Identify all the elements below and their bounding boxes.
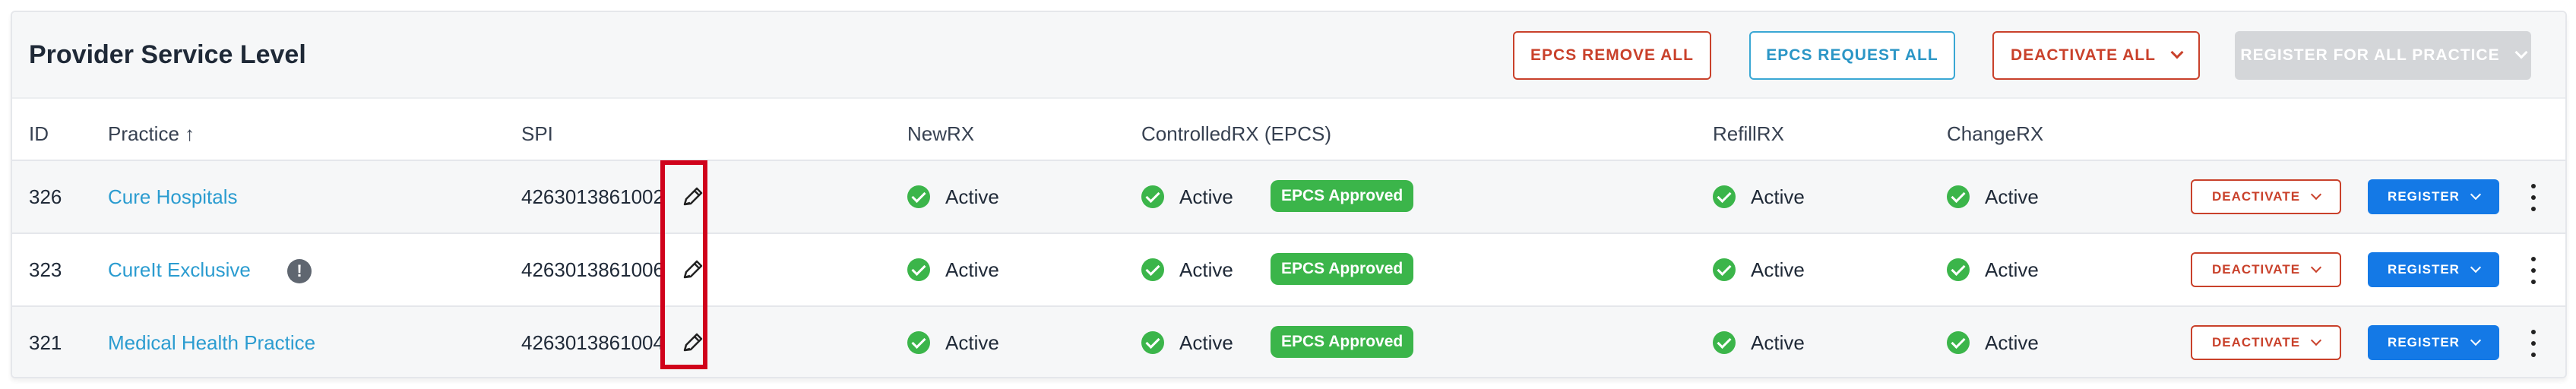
- epcs-approved-badge: EPCS Approved: [1271, 253, 1414, 285]
- status-label: Active: [1985, 185, 2039, 208]
- status-label: Active: [1985, 331, 2039, 354]
- page-title: Provider Service Level: [29, 40, 306, 69]
- controlledrx-status: Active: [1141, 234, 1233, 305]
- newrx-status: Active: [907, 307, 999, 377]
- practice-link[interactable]: Cure Hospitals: [108, 161, 238, 232]
- pencil-icon[interactable]: [679, 234, 705, 305]
- register-label: REGISTER: [2388, 335, 2460, 349]
- register-button[interactable]: REGISTER: [2368, 325, 2499, 360]
- deactivate-label: DEACTIVATE: [2211, 189, 2301, 204]
- changerx-status: Active: [1947, 234, 2039, 305]
- status-label: Active: [1179, 331, 1233, 354]
- pencil-icon[interactable]: [679, 307, 705, 377]
- chevron-down-icon: [2310, 188, 2322, 201]
- check-circle-icon: [907, 258, 930, 281]
- chevron-down-icon: [2470, 188, 2482, 201]
- newrx-status: Active: [907, 161, 999, 232]
- refillrx-status: Active: [1713, 307, 1805, 377]
- check-circle-icon: [1713, 258, 1736, 281]
- exclamation-circle-icon[interactable]: !: [287, 234, 312, 305]
- refillrx-status: Active: [1713, 234, 1805, 305]
- row-id: 323: [29, 258, 62, 281]
- deactivate-button[interactable]: DEACTIVATE: [2191, 325, 2341, 360]
- practice-link[interactable]: Medical Health Practice: [108, 307, 315, 377]
- register-label: REGISTER: [2388, 189, 2460, 204]
- check-circle-icon: [907, 331, 930, 354]
- provider-service-level-card: Provider Service Level EPCS REMOVE ALL E…: [11, 11, 2567, 378]
- epcs-approved-badge: EPCS Approved: [1271, 326, 1414, 358]
- kebab-menu-icon[interactable]: [2530, 330, 2537, 357]
- row-id: 321: [29, 331, 62, 354]
- kebab-menu-icon[interactable]: [2530, 257, 2537, 284]
- status-label: Active: [1751, 185, 1805, 208]
- epcs-remove-all-label: EPCS REMOVE ALL: [1530, 46, 1694, 64]
- changerx-status: Active: [1947, 161, 2039, 232]
- table-row: 321 Medical Health Practice 426301386100…: [12, 305, 2565, 377]
- deactivate-label: DEACTIVATE: [2211, 262, 2301, 277]
- chevron-down-icon: [2470, 334, 2482, 346]
- deactivate-button[interactable]: DEACTIVATE: [2191, 179, 2341, 214]
- spi-value: 4263013861006: [521, 258, 664, 281]
- spi-value: 4263013861004: [521, 331, 664, 354]
- epcs-request-all-button[interactable]: EPCS REQUEST ALL: [1749, 31, 1955, 80]
- deactivate-button[interactable]: DEACTIVATE: [2191, 252, 2341, 287]
- status-label: Active: [1179, 185, 1233, 208]
- check-circle-icon: [1947, 331, 1970, 354]
- kebab-menu-icon[interactable]: [2530, 184, 2537, 211]
- spi-value: 4263013861002: [521, 185, 664, 208]
- epcs-request-all-label: EPCS REQUEST ALL: [1766, 46, 1938, 64]
- chevron-down-icon: [2310, 334, 2322, 346]
- register-button[interactable]: REGISTER: [2368, 179, 2499, 214]
- refillrx-status: Active: [1713, 161, 1805, 232]
- row-id: 326: [29, 185, 62, 208]
- pencil-icon[interactable]: [679, 161, 705, 232]
- status-label: Active: [1751, 258, 1805, 281]
- table-row: 326 Cure Hospitals 4263013861002 Active …: [12, 160, 2565, 232]
- register-button[interactable]: REGISTER: [2368, 252, 2499, 287]
- status-label: Active: [1985, 258, 2039, 281]
- table-row: 323 CureIt Exclusive ! 4263013861006 Act…: [12, 232, 2565, 305]
- deactivate-label: DEACTIVATE: [2211, 335, 2301, 349]
- check-circle-icon: [1713, 331, 1736, 354]
- check-circle-icon: [1141, 258, 1164, 281]
- changerx-status: Active: [1947, 307, 2039, 377]
- register-for-all-practice-label: REGISTER FOR ALL PRACTICE: [2240, 46, 2500, 64]
- chevron-down-icon: [2514, 46, 2528, 59]
- chevron-down-icon: [2470, 261, 2482, 274]
- check-circle-icon: [907, 185, 930, 208]
- chevron-down-icon: [2170, 46, 2184, 59]
- epcs-remove-all-button[interactable]: EPCS REMOVE ALL: [1513, 31, 1711, 80]
- deactivate-all-button[interactable]: DEACTIVATE ALL: [1992, 31, 2200, 80]
- check-circle-icon: [1947, 258, 1970, 281]
- status-label: Active: [1179, 258, 1233, 281]
- register-label: REGISTER: [2388, 262, 2460, 277]
- check-circle-icon: [1141, 331, 1164, 354]
- newrx-status: Active: [907, 234, 999, 305]
- check-circle-icon: [1947, 185, 1970, 208]
- status-label: Active: [1751, 331, 1805, 354]
- epcs-approved-badge: EPCS Approved: [1271, 180, 1414, 212]
- check-circle-icon: [1141, 185, 1164, 208]
- practice-link[interactable]: CureIt Exclusive: [108, 234, 251, 305]
- status-label: Active: [945, 331, 999, 354]
- card-header: Provider Service Level EPCS REMOVE ALL E…: [12, 12, 2565, 99]
- register-for-all-practice-button[interactable]: REGISTER FOR ALL PRACTICE: [2235, 31, 2531, 80]
- chevron-down-icon: [2310, 261, 2322, 274]
- check-circle-icon: [1713, 185, 1736, 208]
- controlledrx-status: Active: [1141, 161, 1233, 232]
- status-label: Active: [945, 185, 999, 208]
- status-label: Active: [945, 258, 999, 281]
- controlledrx-status: Active: [1141, 307, 1233, 377]
- deactivate-all-label: DEACTIVATE ALL: [2011, 46, 2156, 64]
